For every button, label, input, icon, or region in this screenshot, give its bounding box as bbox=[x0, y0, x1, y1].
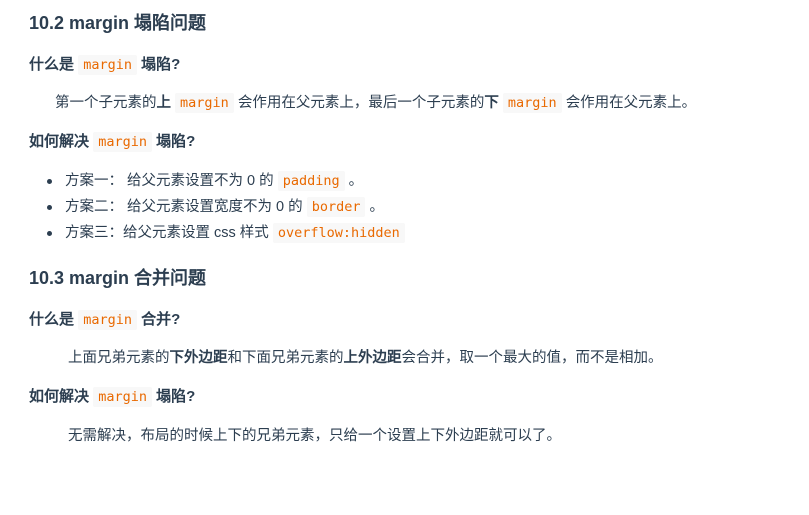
list-item: 方案一： 给父元素设置不为 0 的 padding 。 bbox=[47, 168, 405, 194]
text-segment: 会作用在父元素上，最后一个子元素的 bbox=[237, 95, 485, 111]
bold-text-bottom: 下 bbox=[484, 95, 499, 111]
list-item: 方案二： 给父元素设置宽度不为 0 的 border 。 bbox=[47, 194, 405, 220]
inline-code-overflow-hidden: overflow:hidden bbox=[272, 223, 405, 243]
text-segment: 会合并，取一个最大的值，而不是相加。 bbox=[401, 350, 663, 366]
inline-code-margin: margin bbox=[78, 55, 137, 75]
list-item-text: 方案二： 给父元素设置宽度不为 0 的 bbox=[65, 199, 303, 215]
inline-code-margin: margin bbox=[93, 132, 152, 152]
paragraph-merge-solution: 无需解决，布局的时候上下的兄弟元素，只给一个设置上下外边距就可以了。 bbox=[68, 428, 561, 444]
list-item-text: 方案三：给父元素设置 css 样式 bbox=[65, 225, 269, 241]
bold-text-top-margin: 上外边距 bbox=[343, 350, 402, 366]
question-suffix: 合并? bbox=[141, 311, 181, 328]
question-prefix: 如何解决 bbox=[29, 133, 90, 150]
text-segment: 上面兄弟元素的 bbox=[68, 350, 170, 366]
bold-text-top: 上 bbox=[156, 95, 172, 111]
paragraph-merge-explanation: 上面兄弟元素的下外边距和下面兄弟元素的上外边距会合并，取一个最大的值，而不是相加… bbox=[68, 346, 663, 367]
paragraph-collapse-explanation: 第一个子元素的上 margin 会作用在父元素上，最后一个子元素的下 margi… bbox=[55, 91, 697, 113]
inline-code-margin: margin bbox=[502, 93, 562, 113]
inline-code-padding: padding bbox=[277, 171, 345, 191]
text-segment: 和下面兄弟元素的 bbox=[227, 350, 344, 366]
question-what-is-merge: 什么是 margin 合并? bbox=[29, 308, 181, 330]
question-how-to-solve-collapse: 如何解决 margin 塌陷? bbox=[29, 130, 196, 152]
solution-list: 方案一： 给父元素设置不为 0 的 padding 。 方案二： 给父元素设置宽… bbox=[47, 168, 405, 246]
list-item-text: 方案一： 给父元素设置不为 0 的 bbox=[65, 173, 274, 189]
question-suffix: 塌陷? bbox=[156, 388, 196, 405]
question-prefix: 如何解决 bbox=[29, 388, 90, 405]
document-page: 10.2 margin 塌陷问题 什么是 margin 塌陷? 第一个子元素的上… bbox=[0, 0, 809, 515]
inline-code-margin: margin bbox=[93, 387, 152, 407]
question-suffix: 塌陷? bbox=[156, 133, 196, 150]
question-what-is-collapse: 什么是 margin 塌陷? bbox=[29, 53, 181, 75]
section-heading-margin-collapse: 10.2 margin 塌陷问题 bbox=[29, 13, 207, 33]
bullet-icon bbox=[47, 205, 52, 210]
text-segment: 第一个子元素的 bbox=[55, 95, 157, 111]
bullet-icon bbox=[47, 179, 52, 184]
question-prefix: 什么是 bbox=[29, 311, 75, 328]
inline-code-margin: margin bbox=[175, 93, 234, 113]
question-prefix: 什么是 bbox=[29, 56, 75, 73]
inline-code-border: border bbox=[306, 197, 366, 217]
section-heading-margin-merge: 10.3 margin 合并问题 bbox=[29, 268, 207, 288]
text-segment: 会作用在父元素上。 bbox=[565, 95, 697, 111]
list-item: 方案三：给父元素设置 css 样式 overflow:hidden bbox=[47, 220, 405, 246]
question-suffix: 塌陷? bbox=[141, 56, 181, 73]
bullet-icon bbox=[47, 231, 52, 236]
inline-code-margin: margin bbox=[78, 310, 137, 330]
list-item-tail: 。 bbox=[348, 173, 364, 189]
list-item-tail: 。 bbox=[369, 199, 385, 215]
question-how-to-solve-merge: 如何解决 margin 塌陷? bbox=[29, 385, 196, 407]
bold-text-bottom-margin: 下外边距 bbox=[169, 350, 228, 366]
